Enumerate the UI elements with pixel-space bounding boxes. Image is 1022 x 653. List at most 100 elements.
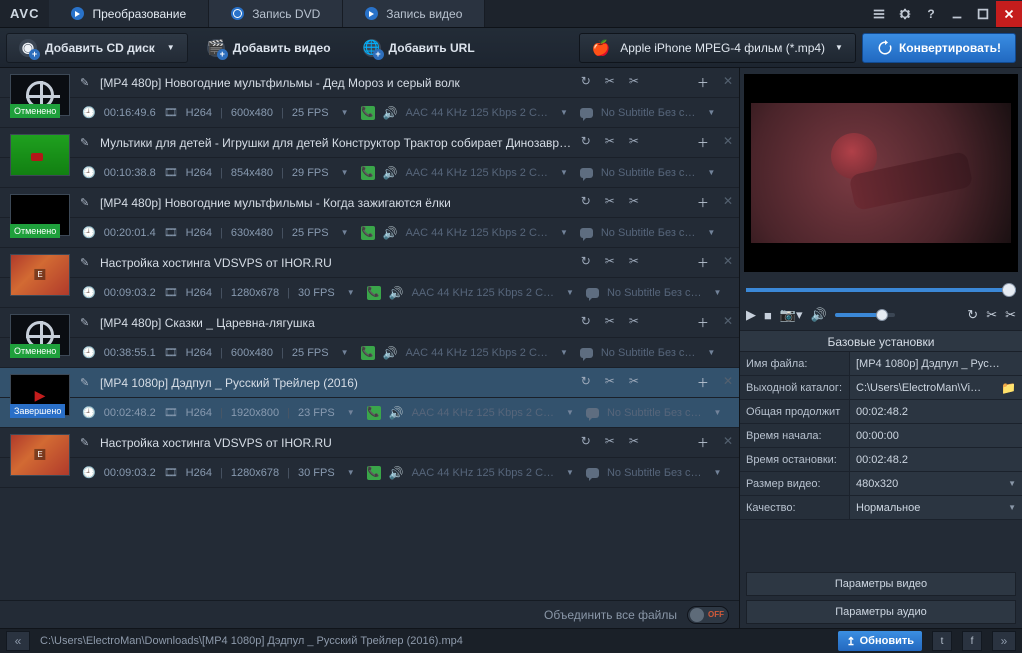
cut-icon[interactable]: ✂ [605, 434, 615, 451]
audio-track-icon[interactable]: 📞 [367, 286, 381, 300]
chevron-down-icon[interactable]: ▼ [566, 288, 574, 297]
refresh-icon[interactable]: ↻ [581, 134, 591, 151]
audio-track-icon[interactable]: 📞 [361, 346, 375, 360]
speaker-icon[interactable]: 🔊 [383, 166, 398, 180]
chevron-down-icon[interactable]: ▼ [341, 108, 349, 117]
list-item[interactable]: Завершено✎[MP4 1080p] Дэдпул _ Русский Т… [0, 368, 739, 428]
add-icon[interactable]: ＋ [697, 74, 709, 91]
help-icon[interactable]: ? [918, 1, 944, 27]
crop-icon[interactable]: ✂ [629, 194, 639, 211]
speaker-icon[interactable]: 🔊 [383, 346, 398, 360]
crop-icon[interactable]: ✂ [629, 434, 639, 451]
edit-icon[interactable]: ✎ [80, 316, 94, 329]
crop-icon[interactable]: ✂ [629, 314, 639, 331]
crop-icon[interactable]: ✂ [629, 134, 639, 151]
edit-icon[interactable]: ✎ [80, 256, 94, 269]
cut-icon[interactable]: ✂ [605, 254, 615, 271]
audio-params-button[interactable]: Параметры аудио [746, 600, 1016, 624]
audio-track-icon[interactable]: 📞 [367, 406, 381, 420]
refresh-icon[interactable]: ↻ [581, 194, 591, 211]
refresh-icon[interactable]: ↻ [581, 374, 591, 391]
video-params-button[interactable]: Параметры видео [746, 572, 1016, 596]
update-button[interactable]: ↥ Обновить [838, 631, 922, 651]
chevron-down-icon[interactable]: ▼ [714, 468, 722, 477]
cut-icon[interactable]: ✂ [605, 74, 615, 91]
folder-icon[interactable]: 📁 [1001, 381, 1016, 395]
list-item[interactable]: ✎Настройка хостинга VDSVPS от IHOR.RU↻✂✂… [0, 428, 739, 488]
speaker-icon[interactable]: 🔊 [383, 226, 398, 240]
edit-icon[interactable]: ✎ [80, 136, 94, 149]
add-url-button[interactable]: 🌐+ Добавить URL [350, 33, 488, 63]
add-cd-button[interactable]: ◉+ Добавить CD диск ▼ [6, 33, 188, 63]
remove-icon[interactable]: ✕ [723, 134, 733, 151]
chevron-down-icon[interactable]: ▼ [347, 468, 355, 477]
speaker-icon[interactable]: 🔊 [389, 286, 404, 300]
chevron-down-icon[interactable]: ▼ [347, 408, 355, 417]
cut-icon[interactable]: ✂ [605, 134, 615, 151]
crop-icon[interactable]: ✂ [629, 254, 639, 271]
refresh-icon[interactable]: ↻ [581, 434, 591, 451]
chevron-down-icon[interactable]: ▼ [707, 228, 715, 237]
crop-icon[interactable]: ✂ [629, 74, 639, 91]
list-item[interactable]: ✎Мультики для детей - Игрушки для детей … [0, 128, 739, 188]
gear-icon[interactable] [892, 1, 918, 27]
add-icon[interactable]: ＋ [697, 134, 709, 151]
subtitle-icon[interactable] [580, 228, 593, 238]
speaker-icon[interactable]: 🔊 [383, 106, 398, 120]
add-icon[interactable]: ＋ [697, 434, 709, 451]
edit-icon[interactable]: ✎ [80, 376, 94, 389]
remove-icon[interactable]: ✕ [723, 314, 733, 331]
edit-icon[interactable]: ✎ [80, 436, 94, 449]
size-dropdown[interactable]: 480x320▼ [850, 472, 1022, 495]
chevron-down-icon[interactable]: ▼ [560, 108, 568, 117]
play-icon[interactable]: ▶ [746, 307, 756, 323]
remove-icon[interactable]: ✕ [723, 194, 733, 211]
audio-track-icon[interactable]: 📞 [367, 466, 381, 480]
add-icon[interactable]: ＋ [697, 254, 709, 271]
remove-icon[interactable]: ✕ [723, 434, 733, 451]
thumbnail[interactable] [10, 254, 70, 296]
close-icon[interactable] [996, 1, 1022, 27]
seek-slider[interactable] [746, 280, 1016, 300]
cut-icon[interactable]: ✂ [986, 307, 997, 323]
rotate-icon[interactable]: ↻ [967, 307, 978, 323]
stop-field[interactable]: 00:02:48.2 [850, 448, 1022, 471]
start-field[interactable]: 00:00:00 [850, 424, 1022, 447]
maximize-icon[interactable] [970, 1, 996, 27]
merge-toggle[interactable]: OFF [687, 606, 729, 624]
audio-track-icon[interactable]: 📞 [361, 166, 375, 180]
chevron-down-icon[interactable]: ▼ [707, 108, 715, 117]
chevron-down-icon[interactable]: ▼ [347, 288, 355, 297]
list-item[interactable]: Отменено✎[MP4 480p] Сказки _ Царевна-ляг… [0, 308, 739, 368]
edit-icon[interactable]: ✎ [80, 196, 94, 209]
refresh-icon[interactable]: ↻ [581, 74, 591, 91]
chevron-down-icon[interactable]: ▼ [341, 348, 349, 357]
subtitle-icon[interactable] [586, 288, 599, 298]
chevron-down-icon[interactable]: ▼ [341, 168, 349, 177]
subtitle-icon[interactable] [586, 408, 599, 418]
refresh-icon[interactable]: ↻ [581, 314, 591, 331]
prev-button[interactable]: « [6, 631, 30, 651]
volume-icon[interactable]: 🔊 [811, 307, 827, 323]
add-video-button[interactable]: 🎬+ Добавить видео [194, 33, 344, 63]
chevron-down-icon[interactable]: ▼ [560, 348, 568, 357]
thumbnail[interactable] [10, 434, 70, 476]
tab-convert[interactable]: Преобразование [49, 0, 209, 27]
convert-button[interactable]: Конвертировать! [862, 33, 1016, 63]
twitter-icon[interactable]: t [932, 631, 952, 651]
chevron-down-icon[interactable]: ▼ [714, 408, 722, 417]
cut-icon[interactable]: ✂ [605, 194, 615, 211]
subtitle-icon[interactable] [580, 108, 593, 118]
facebook-icon[interactable]: f [962, 631, 982, 651]
filename-field[interactable]: [MP4 1080p] Дэдпул _ Рус… [850, 352, 1022, 375]
remove-icon[interactable]: ✕ [723, 74, 733, 91]
quality-dropdown[interactable]: Нормальное▼ [850, 496, 1022, 519]
add-icon[interactable]: ＋ [697, 194, 709, 211]
chevron-down-icon[interactable]: ▼ [707, 348, 715, 357]
chevron-down-icon[interactable]: ▼ [566, 468, 574, 477]
subtitle-icon[interactable] [580, 168, 593, 178]
outdir-field[interactable]: C:\Users\ElectroMan\Vi…📁 [850, 376, 1022, 399]
crop-icon[interactable]: ✂ [1005, 307, 1016, 323]
add-icon[interactable]: ＋ [697, 374, 709, 391]
cut-icon[interactable]: ✂ [605, 374, 615, 391]
